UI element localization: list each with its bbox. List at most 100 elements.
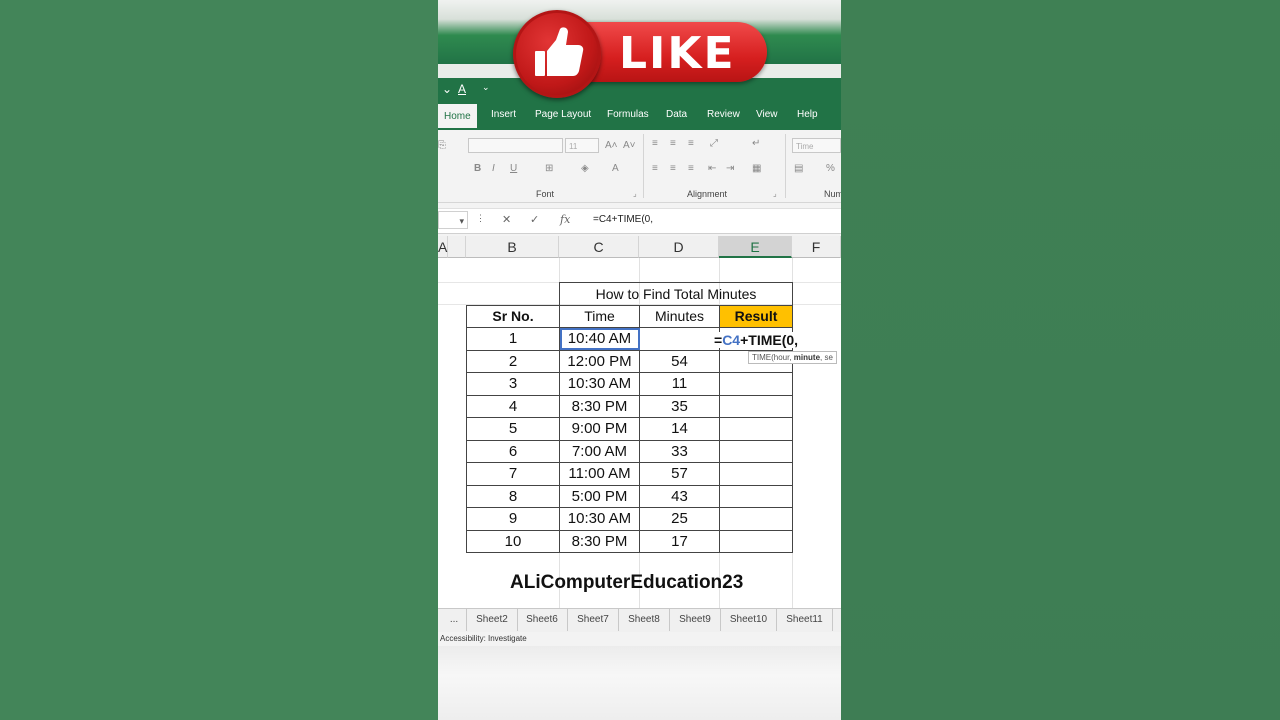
table-cell[interactable]: 3: [466, 372, 560, 396]
col-header-c[interactable]: C: [559, 236, 639, 258]
font-color-icon[interactable]: A: [458, 82, 466, 96]
align-center-icon[interactable]: ≡: [670, 163, 676, 174]
formula-input[interactable]: =C4+TIME(0,: [593, 214, 653, 225]
tab-insert[interactable]: Insert: [491, 109, 516, 120]
table-cell[interactable]: 25: [639, 507, 720, 531]
customize-icon[interactable]: ⌄: [482, 82, 490, 93]
cancel-icon[interactable]: ✕: [502, 213, 511, 226]
more-sheets-button[interactable]: ...: [442, 609, 466, 631]
table-cell-active-ref[interactable]: 10:40 AM: [559, 327, 640, 351]
table-cell[interactable]: 10: [466, 529, 560, 553]
table-cell[interactable]: 14: [639, 417, 720, 441]
table-cell[interactable]: 8:30 PM: [559, 394, 640, 418]
insert-function-icon[interactable]: fx: [560, 213, 570, 226]
orientation-icon[interactable]: ⤢: [710, 138, 718, 149]
like-badge[interactable]: LIKE: [513, 10, 769, 98]
col-header-b[interactable]: B: [466, 236, 559, 258]
table-cell[interactable]: 43: [639, 484, 720, 508]
table-cell[interactable]: [719, 417, 793, 441]
font-size-box[interactable]: 11: [565, 138, 599, 153]
font-color-ribbon-icon[interactable]: A: [612, 163, 619, 174]
table-cell[interactable]: 10:30 AM: [559, 372, 640, 396]
italic-icon[interactable]: I: [492, 163, 495, 174]
col-header-d[interactable]: D: [639, 236, 719, 258]
sheet-tab-sheet11[interactable]: Sheet11: [777, 609, 833, 631]
table-cell[interactable]: 54: [639, 349, 720, 373]
table-cell[interactable]: 8: [466, 484, 560, 508]
enter-icon[interactable]: ✓: [530, 213, 539, 226]
wrap-text-icon[interactable]: ↵: [752, 138, 760, 149]
table-cell[interactable]: [639, 327, 720, 351]
table-cell[interactable]: 9:00 PM: [559, 417, 640, 441]
table-cell[interactable]: 1: [466, 327, 560, 351]
tab-formulas[interactable]: Formulas: [607, 109, 649, 120]
table-cell[interactable]: 11:00 AM: [559, 462, 640, 486]
table-cell[interactable]: 57: [639, 462, 720, 486]
table-cell[interactable]: 17: [639, 529, 720, 553]
clipboard-icon[interactable]: ⎘: [438, 140, 446, 151]
indent-decrease-icon[interactable]: ⇤: [708, 163, 716, 174]
header-sr-no[interactable]: Sr No.: [466, 304, 560, 328]
name-box[interactable]: ▾: [438, 211, 468, 229]
tab-view[interactable]: View: [756, 109, 778, 120]
indent-increase-icon[interactable]: ⇥: [726, 163, 734, 174]
sheet-tab-sheet7[interactable]: Sheet7: [568, 609, 619, 631]
table-cell[interactable]: 9: [466, 507, 560, 531]
table-cell[interactable]: 35: [639, 394, 720, 418]
table-cell[interactable]: 4: [466, 394, 560, 418]
table-cell[interactable]: 11: [639, 372, 720, 396]
table-cell[interactable]: 8:30 PM: [559, 529, 640, 553]
table-cell[interactable]: 12:00 PM: [559, 349, 640, 373]
table-cell[interactable]: [719, 529, 793, 553]
table-cell[interactable]: [719, 439, 793, 463]
currency-icon[interactable]: ▤: [794, 163, 803, 174]
table-cell[interactable]: [719, 394, 793, 418]
alignment-launcher-icon[interactable]: ⌟: [773, 189, 777, 198]
align-right-icon[interactable]: ≡: [688, 163, 694, 174]
table-cell[interactable]: 5: [466, 417, 560, 441]
table-cell[interactable]: [719, 484, 793, 508]
align-middle-icon[interactable]: ≡: [670, 138, 676, 149]
header-minutes[interactable]: Minutes: [639, 304, 720, 328]
align-top-icon[interactable]: ≡: [652, 138, 658, 149]
tab-home[interactable]: Home: [438, 104, 477, 130]
col-header-f[interactable]: F: [792, 236, 841, 258]
shrink-font-icon[interactable]: A˅: [623, 140, 636, 151]
header-result[interactable]: Result: [719, 304, 793, 328]
table-cell[interactable]: 5:00 PM: [559, 484, 640, 508]
font-name-box[interactable]: [468, 138, 563, 153]
underline-icon[interactable]: U: [510, 163, 517, 174]
borders-icon[interactable]: ⊞: [545, 163, 553, 174]
fill-color-icon[interactable]: ◈: [581, 163, 589, 174]
dropdown-icon[interactable]: ⌄: [442, 82, 452, 96]
table-cell[interactable]: [719, 372, 793, 396]
table-title[interactable]: How to Find Total Minutes: [559, 282, 793, 306]
align-left-icon[interactable]: ≡: [652, 163, 658, 174]
table-cell[interactable]: 7: [466, 462, 560, 486]
col-header-e[interactable]: E: [719, 236, 792, 258]
sheet-tab-sheet9[interactable]: Sheet9: [670, 609, 721, 631]
tab-page-layout[interactable]: Page Layout: [535, 109, 591, 120]
tab-data[interactable]: Data: [666, 109, 687, 120]
table-cell[interactable]: 2: [466, 349, 560, 373]
sheet-tab-sheet6[interactable]: Sheet6: [517, 609, 568, 631]
in-cell-formula[interactable]: =C4+TIME(0,: [714, 332, 799, 348]
table-cell[interactable]: 33: [639, 439, 720, 463]
col-header-a[interactable]: A: [438, 236, 448, 258]
header-time[interactable]: Time: [559, 304, 640, 328]
bold-icon[interactable]: B: [474, 163, 481, 174]
table-cell[interactable]: [719, 462, 793, 486]
table-cell[interactable]: [719, 507, 793, 531]
worksheet-grid[interactable]: A B C D E F How to Find Total Minutes Sr…: [438, 236, 841, 608]
font-launcher-icon[interactable]: ⌟: [633, 189, 637, 198]
grow-font-icon[interactable]: A˄: [605, 140, 618, 151]
table-cell[interactable]: 6: [466, 439, 560, 463]
table-cell[interactable]: 7:00 AM: [559, 439, 640, 463]
tab-review[interactable]: Review: [707, 109, 740, 120]
sheet-tab-sheet8[interactable]: Sheet8: [619, 609, 670, 631]
sheet-tab-sheet2[interactable]: Sheet2: [466, 609, 518, 631]
align-bottom-icon[interactable]: ≡: [688, 138, 694, 149]
merge-icon[interactable]: ▦: [752, 163, 761, 174]
number-format-box[interactable]: Time: [792, 138, 841, 153]
sheet-tab-sheet10[interactable]: Sheet10: [721, 609, 777, 631]
